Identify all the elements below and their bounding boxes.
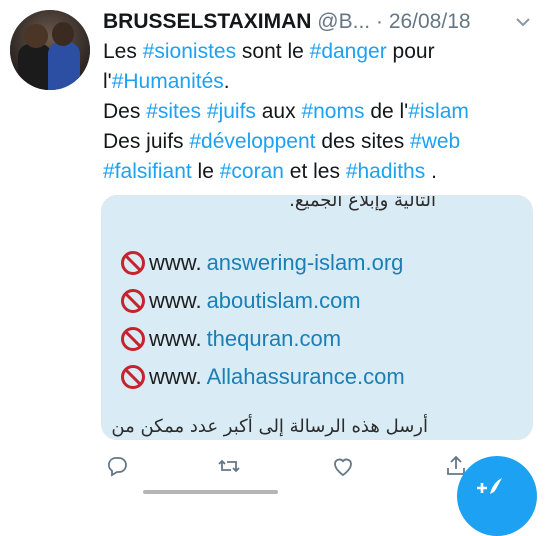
tweet-text-segment: des sites — [315, 130, 411, 153]
image-site-row: www. answering-islam.org — [120, 246, 403, 280]
hashtag-link[interactable]: #Humanités — [112, 70, 224, 93]
tweet-text-segment: Des juifs — [103, 130, 190, 153]
site-prefix: www. — [149, 326, 202, 351]
site-url: answering-islam.org — [206, 250, 404, 275]
hashtag-link[interactable]: #danger — [310, 40, 387, 63]
prohibited-icon — [121, 289, 145, 313]
prohibited-icon — [121, 327, 145, 351]
tweet-text-segment: Des — [103, 100, 147, 123]
like-icon[interactable] — [331, 454, 355, 478]
hashtag-link[interactable]: #sionistes — [143, 40, 236, 63]
home-indicator — [143, 490, 278, 494]
tweet-line: Des juifs #développent des sites #web — [103, 127, 533, 157]
tweet-date[interactable]: 26/08/18 — [389, 10, 471, 33]
reply-icon[interactable] — [105, 454, 129, 478]
tweet-text-segment: aux — [255, 100, 302, 123]
hashtag-link[interactable]: #sites — [146, 100, 201, 123]
prohibited-icon — [121, 251, 145, 275]
tweet-text-segment: Les — [103, 40, 143, 63]
tweet-text-segment: pour — [386, 40, 435, 63]
hashtag-link[interactable]: #développent — [189, 130, 315, 153]
tweet-text-segment: et les — [283, 160, 346, 183]
image-site-row: www. aboutislam.com — [120, 284, 361, 318]
tweet-image[interactable]: التالية وإبلاغ الجميع. أرسل هذه الرسالة … — [101, 195, 533, 440]
image-arabic-top: التالية وإبلاغ الجميع. — [289, 195, 436, 211]
avatar[interactable] — [10, 10, 90, 90]
image-site-row: www. Allahassurance.com — [120, 360, 405, 394]
tweet-text-segment: sont le — [236, 40, 310, 63]
tweet-line: l'#Humanités. — [103, 67, 533, 97]
hashtag-link[interactable]: #noms — [301, 100, 364, 123]
tweet-text-segment: de l' — [364, 100, 409, 123]
tweet-line: Les #sionistes sont le #danger pour — [103, 37, 533, 67]
tweet-text-segment: le — [191, 160, 220, 183]
prohibited-icon — [121, 365, 145, 389]
compose-icon — [477, 478, 502, 494]
hashtag-link[interactable]: #hadiths — [346, 160, 425, 183]
site-prefix: www. — [149, 364, 202, 389]
hashtag-link[interactable]: #falsifiant — [103, 160, 192, 183]
site-url: Allahassurance.com — [206, 364, 405, 389]
site-prefix: www. — [149, 250, 202, 275]
tweet-text: Les #sionistes sont le #danger pour l'#Hu… — [103, 37, 533, 187]
image-arabic-bottom: أرسل هذه الرسالة إلى أكبر عدد ممكن من — [111, 416, 428, 437]
author-name[interactable]: BRUSSELSTAXIMAN — [103, 10, 311, 33]
site-prefix: www. — [149, 288, 202, 313]
header-separator: · — [375, 10, 383, 33]
site-url: thequran.com — [206, 326, 342, 351]
image-site-row: www. thequran.com — [120, 322, 341, 356]
tweet-text-segment: l' — [103, 70, 112, 93]
chevron-down-icon[interactable] — [515, 16, 531, 28]
tweet-line: #falsifiant le #coran et les #hadiths . — [103, 157, 533, 187]
tweet-text-segment: . — [223, 70, 230, 93]
site-url: aboutislam.com — [206, 288, 361, 313]
author-handle[interactable]: @B... — [317, 10, 370, 33]
retweet-icon[interactable] — [217, 454, 241, 478]
hashtag-link[interactable]: #juifs — [207, 100, 256, 123]
hashtag-link[interactable]: #coran — [220, 160, 284, 183]
tweet-text-segment: . — [425, 160, 437, 183]
hashtag-link[interactable]: #islam — [408, 100, 469, 123]
tweet-header: BRUSSELSTAXIMAN @B... · 26/08/18 — [103, 8, 535, 36]
tweet-line: Des #sites #juifs aux #noms de l'#islam — [103, 97, 533, 127]
hashtag-link[interactable]: #web — [410, 130, 460, 153]
